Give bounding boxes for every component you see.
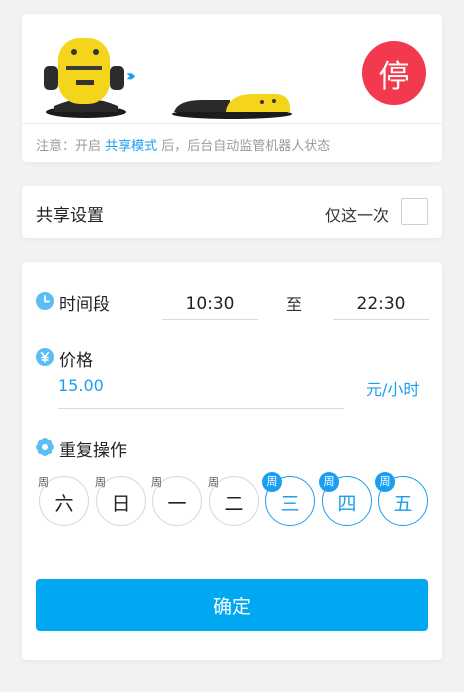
day-name: 三 [280, 493, 300, 515]
yen-icon [36, 348, 54, 366]
time-separator: 至 [286, 295, 303, 314]
day-friday[interactable]: 周五 [375, 472, 428, 526]
robot-status-card: ››› 停 注意：开启 共享模式 后，后台自动监管机器人状态 [22, 14, 442, 162]
stop-button[interactable]: 停 [362, 41, 426, 105]
robot-standing-image [44, 38, 126, 118]
divider [22, 123, 442, 124]
day-prefix: 周 [151, 476, 162, 489]
share-mode-notice: 注意：开启 共享模式 后，后台自动监管机器人状态 [36, 139, 331, 154]
time-range-label: 时间段 [59, 295, 110, 315]
arrow-right-icon: ››› [126, 66, 136, 85]
day-name: 五 [393, 493, 413, 515]
robot-lying-image [172, 94, 292, 119]
day-name: 一 [167, 493, 187, 515]
confirm-button[interactable]: 确定 [36, 579, 428, 631]
day-name: 日 [111, 493, 131, 515]
price-underline [58, 408, 344, 409]
day-sunday[interactable]: 周日 [95, 476, 146, 526]
flower-icon [36, 438, 54, 456]
day-thursday[interactable]: 周四 [319, 472, 372, 526]
share-settings-card: 共享设置 仅这一次 [22, 186, 442, 238]
price-input[interactable]: 15.00 [58, 376, 104, 395]
day-name: 六 [54, 493, 74, 515]
day-saturday[interactable]: 周六 [38, 476, 89, 526]
day-prefix: 周 [95, 476, 106, 489]
clock-icon [36, 292, 54, 310]
schedule-card: 时间段 10:30 至 22:30 价格 15.00 元/小时 重复操作 周六 … [22, 262, 442, 660]
share-mode-link[interactable]: 共享模式 [105, 139, 157, 154]
once-only-label: 仅这一次 [325, 206, 390, 225]
day-name: 四 [337, 493, 357, 515]
repeat-label: 重复操作 [59, 441, 127, 461]
start-time-field[interactable]: 10:30 [162, 288, 258, 320]
end-time-field[interactable]: 22:30 [333, 288, 429, 320]
day-wednesday[interactable]: 周三 [262, 472, 315, 526]
day-prefix: 周 [208, 476, 219, 489]
day-prefix: 周 [38, 476, 49, 489]
price-label: 价格 [59, 351, 93, 371]
once-only-checkbox[interactable] [401, 198, 428, 225]
day-monday[interactable]: 周一 [151, 476, 202, 526]
day-tuesday[interactable]: 周二 [208, 476, 259, 526]
day-name: 二 [224, 493, 244, 515]
share-settings-title: 共享设置 [36, 206, 104, 226]
price-unit: 元/小时 [366, 380, 420, 399]
